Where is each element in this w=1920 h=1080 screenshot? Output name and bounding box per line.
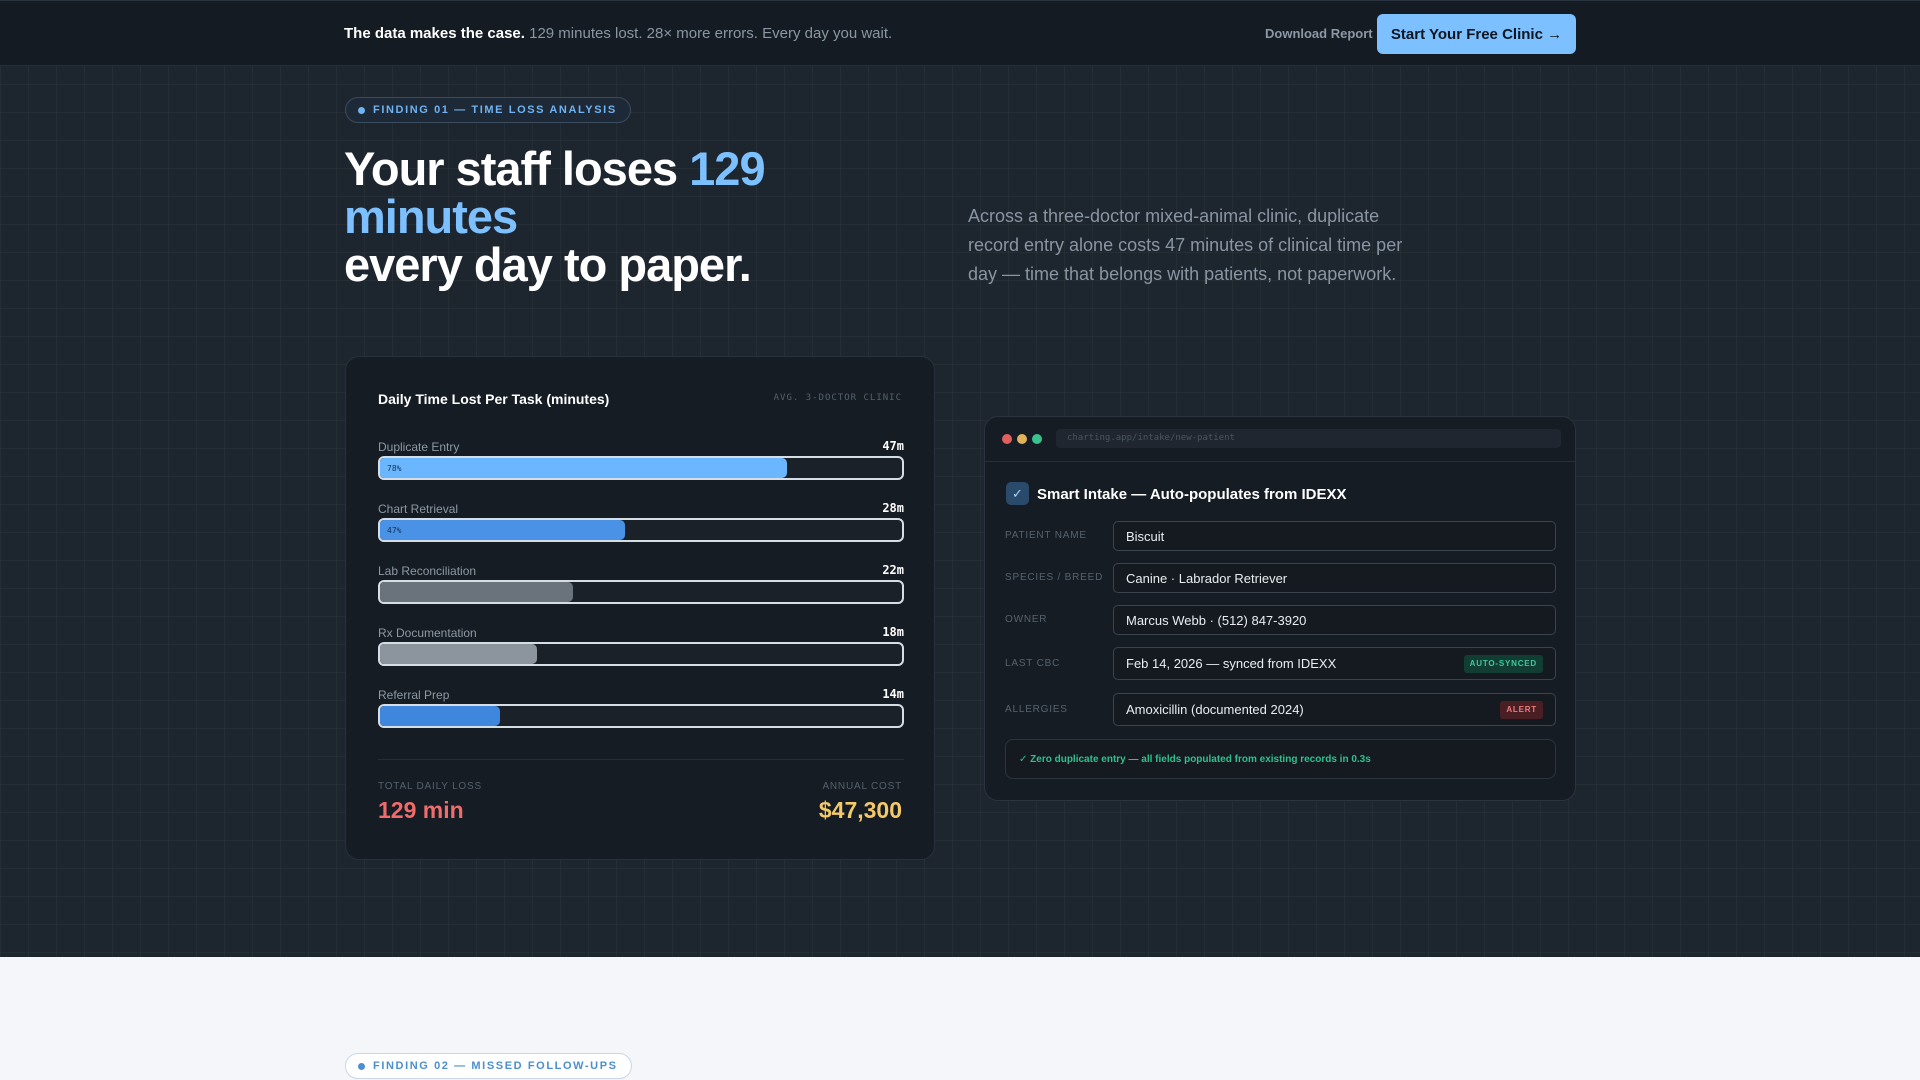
bar-track: 78% [378,456,904,480]
finding-02-tag-label: FINDING 02 — MISSED FOLLOW-UPS [373,1060,618,1072]
maximize-dot-icon[interactable] [1032,434,1042,444]
bar-label: Chart Retrieval [378,502,459,516]
finding-01-tag: FINDING 01 — TIME LOSS ANALYSIS [345,97,631,123]
bar-value-label: 18m [882,625,904,639]
annual-cost-label: ANNUAL COST [822,781,902,792]
window-chrome: charting.app/intake/new-patient [985,417,1575,462]
bar-value-label: 47m [882,439,904,453]
top-banner: The data makes the case. 129 minutes los… [0,0,1920,66]
smart-intake-window: charting.app/intake/new-patient ✓ Smart … [984,416,1576,801]
owner-row: OWNER Marcus Webb · (512) 847-3920 [1005,605,1557,635]
bar-track: 47% [378,518,904,542]
species-breed-label: SPECIES / BREED [1005,572,1104,583]
finding-01-tag-label: FINDING 01 — TIME LOSS ANALYSIS [373,104,617,116]
tag-dot-icon [358,1062,365,1070]
finding-01-subtext: Across a three-doctor mixed-animal clini… [968,206,1403,284]
intake-title: Smart Intake — Auto-populates from IDEXX [1037,486,1347,503]
banner-lead: The data makes the case. [344,25,525,42]
patient-name-field[interactable]: Biscuit [1113,521,1556,551]
last-cbc-label: LAST CBC [1005,658,1061,669]
bar [380,644,537,664]
owner-field[interactable]: Marcus Webb · (512) 847-3920 [1113,605,1556,635]
species-breed-row: SPECIES / BREED Canine · Labrador Retrie… [1005,563,1557,593]
bar-label: Referral Prep [378,688,450,702]
bar: 78% [380,458,788,478]
chart-divider [378,759,904,760]
bar [380,582,574,602]
finding-02-tag: FINDING 02 — MISSED FOLLOW-UPS [345,1053,632,1079]
allergies-label: ALLERGIES [1005,704,1068,715]
chart-meta: AVG. 3-DOCTOR CLINIC [773,393,902,403]
allergies-field[interactable]: Amoxicillin (documented 2024) ALERT [1113,693,1556,726]
checkmark-icon: ✓ [1006,482,1029,505]
headline-part-1: Your staff loses [344,142,690,195]
zero-duplicate-note: ✓ Zero duplicate entry — all fields popu… [1005,739,1556,779]
bar-value-label: 28m [882,501,904,515]
headline-part-2: every day to paper. [344,238,752,291]
bar-percent-label: 78% [387,464,402,473]
time-lost-chart-card: Daily Time Lost Per Task (minutes) AVG. … [345,356,935,860]
total-daily-loss-label: TOTAL DAILY LOSS [378,781,482,792]
banner-text: 129 minutes lost. 28× more errors. Every… [529,25,893,42]
total-daily-loss-value: 129 min [378,797,464,823]
page-headline: Your staff loses 129 minutes every day to… [344,145,864,289]
download-report-link[interactable]: Download Report [1265,26,1373,41]
address-bar[interactable]: charting.app/intake/new-patient [1056,429,1561,448]
annual-cost-value: $47,300 [818,797,902,823]
bar-track [378,642,904,666]
last-cbc-field[interactable]: Feb 14, 2026 — synced from IDEXX AUTO-SY… [1113,647,1556,680]
bar-track [378,704,904,728]
dark-section [0,0,1920,957]
bar-value-label: 14m [882,687,904,701]
banner-message: The data makes the case. 129 minutes los… [344,25,892,42]
chart-title: Daily Time Lost Per Task (minutes) [378,391,610,407]
bar-track [378,580,904,604]
owner-label: OWNER [1005,614,1048,625]
allergies-row: ALLERGIES Amoxicillin (documented 2024) … [1005,693,1557,726]
allergies-value: Amoxicillin (documented 2024) [1126,702,1304,717]
species-breed-field[interactable]: Canine · Labrador Retriever [1113,563,1556,593]
last-cbc-value: Feb 14, 2026 — synced from IDEXX [1126,656,1337,671]
close-dot-icon[interactable] [1002,434,1012,444]
minimize-dot-icon[interactable] [1017,434,1027,444]
bar: 47% [380,520,626,540]
patient-name-label: PATIENT NAME [1005,530,1087,541]
last-cbc-row: LAST CBC Feb 14, 2026 — synced from IDEX… [1005,647,1557,680]
auto-synced-badge: AUTO-SYNCED [1463,655,1543,673]
bar-label: Lab Reconciliation [378,564,477,578]
bar-label: Rx Documentation [378,626,477,640]
alert-badge: ALERT [1500,701,1543,719]
bar-value-label: 22m [882,563,904,577]
patient-name-row: PATIENT NAME Biscuit [1005,521,1557,551]
bar [380,706,501,726]
tag-dot-icon [358,106,365,114]
bar-percent-label: 47% [387,526,402,535]
start-free-clinic-button[interactable]: Start Your Free Clinic → [1377,14,1576,54]
bar-label: Duplicate Entry [378,440,460,454]
